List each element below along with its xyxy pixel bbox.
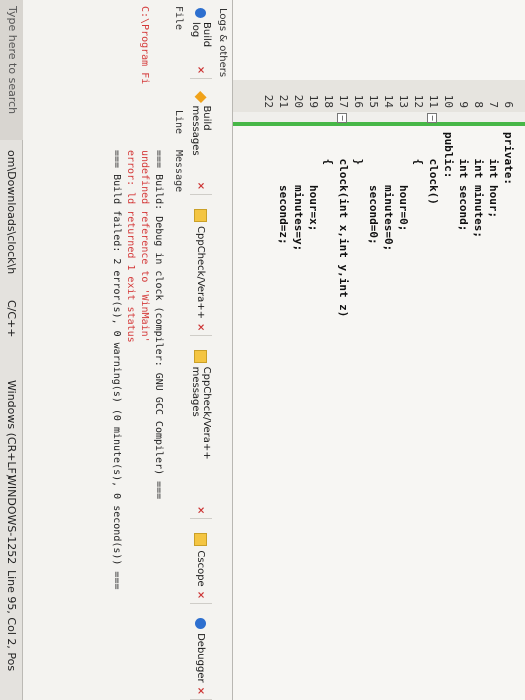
column-file[interactable]: File <box>173 6 184 30</box>
tab-label: Debugger <box>195 633 207 683</box>
line-number: 22 <box>262 94 275 108</box>
doc-icon <box>194 533 208 547</box>
tab-label: CppCheck/Vera++ <box>195 226 207 320</box>
tab-build-messages[interactable]: Build messages × <box>190 89 212 196</box>
code-line[interactable]: int second; <box>457 132 470 231</box>
close-icon[interactable]: × <box>196 323 207 331</box>
status-eol: Windows (CR+LF) <box>5 380 18 479</box>
code-line[interactable]: hour=0; <box>397 132 410 231</box>
line-number: 19 <box>307 94 320 108</box>
column-message[interactable]: Message <box>173 150 184 192</box>
logs-tab-bar: Build log × Build messages × CppCheck/Ve… <box>190 4 212 700</box>
line-number: 13 <box>397 94 410 108</box>
status-encoding: WINDOWS-1252 <box>5 475 18 565</box>
column-line[interactable]: Line <box>173 110 184 134</box>
line-number: 20 <box>292 94 305 108</box>
tab-cppcheck[interactable]: CppCheck/Vera++ × <box>190 205 212 337</box>
tab-build-log[interactable]: Build log × <box>190 4 212 80</box>
code-line[interactable]: } <box>352 132 365 165</box>
close-icon[interactable]: × <box>196 182 207 190</box>
line-number: 6 <box>502 101 515 108</box>
gear-icon <box>195 618 207 630</box>
line-number: 12 <box>412 94 425 108</box>
line-number: 17 <box>337 94 350 108</box>
code-line[interactable]: { <box>412 132 425 165</box>
message-file-cell[interactable]: C:\Program Fi <box>139 6 150 84</box>
code-line[interactable]: int hour; <box>487 132 500 218</box>
fold-column <box>233 112 525 122</box>
status-path: om\Downloads\clock\h <box>5 150 18 275</box>
fold-toggle-icon[interactable]: − <box>427 113 437 123</box>
taskbar-search[interactable]: Type here to search <box>0 0 23 140</box>
line-number: 18 <box>322 94 335 108</box>
code-line[interactable]: minutes=0; <box>382 132 395 251</box>
line-number: 14 <box>382 94 395 108</box>
doc-icon <box>194 350 208 363</box>
code-line[interactable]: second=0; <box>367 132 380 245</box>
code-line[interactable]: public: <box>442 132 455 178</box>
status-position: Line 95, Col 2, Pos <box>5 570 18 672</box>
message-columns-header: File Line Message <box>168 0 184 700</box>
code-line[interactable]: private: <box>502 132 515 185</box>
doc-icon <box>194 209 208 223</box>
tab-label: Cscope <box>195 550 207 587</box>
close-icon[interactable]: × <box>196 591 207 599</box>
line-number: 10 <box>442 94 455 108</box>
line-number: 9 <box>457 101 470 108</box>
tab-debugger[interactable]: Debugger × <box>190 614 212 700</box>
diamond-icon <box>194 91 208 104</box>
tab-label: Build log <box>190 22 212 48</box>
line-number: 15 <box>367 94 380 108</box>
code-line[interactable]: second=z; <box>277 132 290 245</box>
gear-icon <box>195 8 207 19</box>
message-row[interactable]: undefined reference to 'WinMain' <box>139 150 150 343</box>
message-row[interactable]: === Build failed: 2 error(s), 0 warning(… <box>111 150 122 590</box>
close-icon[interactable]: × <box>196 687 207 695</box>
code-line[interactable]: hour=x; <box>307 132 320 231</box>
fold-toggle-icon[interactable]: − <box>337 113 347 123</box>
code-line[interactable]: { <box>322 132 335 165</box>
tab-label: Build messages <box>190 105 212 156</box>
line-number: 11 <box>427 94 440 108</box>
code-line[interactable]: minutes=y; <box>292 132 305 251</box>
search-input[interactable]: Type here to search <box>6 6 19 114</box>
close-icon[interactable]: × <box>196 66 207 74</box>
status-language: C/C++ <box>5 300 18 338</box>
screen: 6 7 8 9 10 11 12 13 14 15 16 17 18 19 20… <box>0 0 525 700</box>
logs-panel: Logs & others Build log × Build messages… <box>22 0 233 700</box>
line-number: 7 <box>487 101 500 108</box>
line-number: 21 <box>277 94 290 108</box>
line-number: 8 <box>472 101 485 108</box>
message-row[interactable]: === Build: Debug in clock (compiler: GNU… <box>153 150 164 499</box>
line-number: 16 <box>352 94 365 108</box>
logs-panel-title: Logs & others <box>217 8 228 78</box>
code-line[interactable]: clock() <box>427 132 440 204</box>
change-bar <box>233 122 525 126</box>
close-icon[interactable]: × <box>196 506 207 514</box>
tab-label: CppCheck/Vera++ messages <box>190 366 212 460</box>
message-row[interactable]: error: ld returned 1 exit status <box>125 150 136 343</box>
code-editor[interactable]: 6 7 8 9 10 11 12 13 14 15 16 17 18 19 20… <box>233 0 525 700</box>
tab-cscope[interactable]: Cscope × <box>190 529 212 605</box>
code-line[interactable]: int minutes; <box>472 132 485 237</box>
code-line[interactable]: clock(int x,int y,int z) <box>337 132 350 317</box>
tab-cppcheck-messages[interactable]: CppCheck/Vera++ messages × <box>190 346 212 520</box>
